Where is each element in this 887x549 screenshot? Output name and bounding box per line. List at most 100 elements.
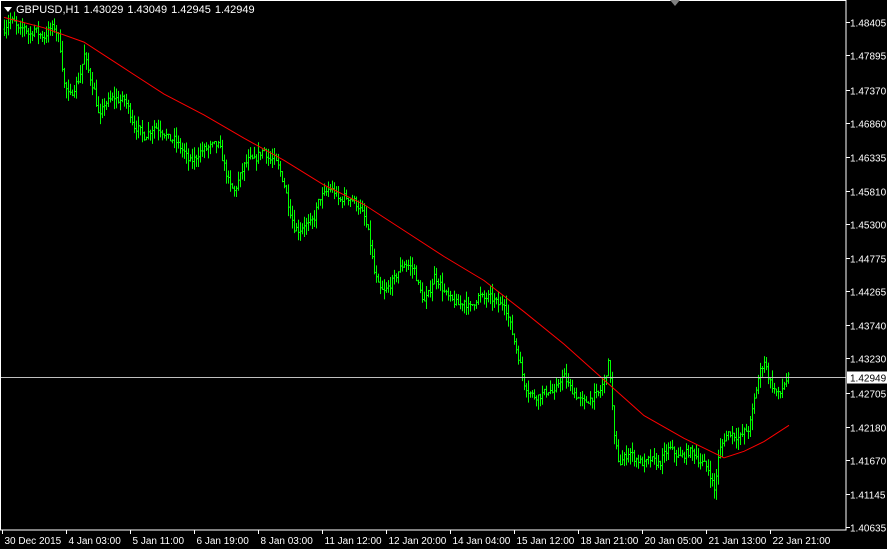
ohlc-bar	[301, 223, 304, 235]
ohlc-bar	[337, 186, 340, 206]
ohlc-bar	[529, 391, 532, 398]
ohlc-bar	[681, 449, 684, 458]
ohlc-bar	[711, 473, 714, 487]
ohlc-bar	[219, 135, 222, 149]
ohlc-bar	[461, 303, 464, 312]
x-tick-label: 14 Jan 04:00	[453, 536, 511, 547]
ohlc-bar	[209, 140, 212, 155]
ohlc-bar	[331, 180, 334, 193]
ohlc-bar	[555, 377, 558, 393]
ohlc-bar	[315, 202, 318, 229]
ohlc-bar	[111, 92, 114, 102]
x-tick-label: 18 Jan 21:00	[581, 536, 639, 547]
y-tick-label: 1.45300	[850, 221, 887, 232]
ohlc-bar	[295, 222, 298, 232]
ohlc-bar	[147, 122, 150, 140]
ohlc-bar	[763, 356, 766, 373]
ohlc-bar	[525, 383, 528, 398]
ohlc-bar	[769, 377, 772, 389]
ohlc-bar	[221, 139, 224, 162]
ohlc-bar	[667, 442, 670, 460]
ohlc-bar	[423, 291, 426, 302]
ohlc-bar	[565, 363, 568, 389]
ohlc-bar	[103, 98, 106, 116]
high-price: 1.43049	[127, 4, 168, 16]
ohlc-bar	[639, 455, 642, 464]
ohlc-bar	[143, 131, 146, 141]
ohlc-bar	[657, 455, 660, 469]
ohlc-bar	[517, 345, 520, 365]
ohlc-bar	[409, 256, 412, 276]
ohlc-bar	[623, 452, 626, 467]
ohlc-bar	[199, 143, 202, 163]
ohlc-bar	[613, 405, 616, 445]
ohlc-bar	[195, 154, 198, 168]
ohlc-bar	[201, 141, 204, 157]
ohlc-bar	[271, 148, 274, 168]
ohlc-bar	[577, 396, 580, 399]
ohlc-bar	[319, 198, 322, 206]
ohlc-bar	[467, 296, 470, 315]
ohlc-bar	[217, 140, 220, 149]
ohlc-bar	[457, 294, 460, 306]
ohlc-bar	[445, 289, 448, 296]
ohlc-bar	[93, 82, 96, 90]
ohlc-bar	[687, 445, 690, 458]
ohlc-bar	[71, 89, 74, 97]
price-chart[interactable]: 1.48405 1.47895 1.47370 1.46860 1.46335 1.458…	[0, 0, 887, 549]
ohlc-bar	[389, 277, 392, 295]
ohlc-bar	[197, 147, 200, 168]
ohlc-bar	[615, 431, 618, 450]
y-tick-label: 1.40635	[850, 524, 887, 535]
ohlc-bar	[187, 148, 190, 171]
ohlc-bar	[33, 24, 36, 38]
ohlc-bar	[641, 456, 644, 467]
ohlc-bar	[433, 266, 436, 285]
ohlc-bar	[349, 198, 352, 208]
current-price-tag: 1.42949	[847, 371, 887, 385]
ohlc-bar	[725, 430, 728, 442]
ohlc-bar	[549, 380, 552, 395]
ohlc-bar	[37, 21, 40, 45]
ohlc-bar	[485, 292, 488, 308]
ohlc-bar	[235, 185, 238, 198]
ohlc-bar	[591, 397, 594, 409]
ohlc-bar	[239, 172, 242, 188]
ohlc-bar	[449, 290, 452, 302]
ohlc-bar	[73, 85, 76, 98]
ohlc-bar	[313, 210, 316, 227]
ohlc-bar	[181, 142, 184, 158]
x-tick-label: 8 Jan 03:00	[261, 536, 314, 547]
ohlc-bar	[673, 446, 676, 463]
ohlc-bar	[533, 389, 536, 400]
ohlc-bar	[651, 456, 654, 462]
ohlc-bar	[83, 44, 86, 65]
ohlc-bar	[759, 362, 762, 388]
chart-shift-marker-icon[interactable]	[670, 0, 680, 6]
ohlc-bar	[193, 147, 196, 170]
ohlc-bar	[537, 394, 540, 410]
ohlc-bar	[617, 439, 620, 463]
ohlc-bar	[363, 203, 366, 226]
ohlc-bar	[327, 181, 330, 198]
ohlc-bar	[189, 154, 192, 162]
ohlc-bar	[107, 92, 110, 107]
low-price: 1.42945	[171, 4, 211, 16]
dropdown-triangle-icon[interactable]	[4, 7, 12, 12]
ohlc-bar	[3, 19, 6, 37]
ohlc-bar	[677, 447, 680, 458]
ohlc-bar	[225, 159, 228, 184]
ohlc-bar	[761, 366, 764, 377]
ohlc-bar	[117, 90, 120, 104]
ohlc-bar	[509, 316, 512, 330]
ohlc-bar	[125, 93, 128, 109]
ohlc-bar	[597, 390, 600, 397]
ohlc-bar	[647, 455, 650, 465]
chart-window[interactable]: 1.48405 1.47895 1.47370 1.46860 1.46335 1.458…	[0, 0, 887, 549]
ohlc-bar	[355, 196, 358, 212]
ohlc-bar	[531, 390, 534, 398]
ohlc-bar	[643, 453, 646, 473]
ohlc-bar	[435, 267, 438, 290]
ohlc-bar	[227, 170, 230, 184]
ohlc-bar	[655, 453, 658, 471]
